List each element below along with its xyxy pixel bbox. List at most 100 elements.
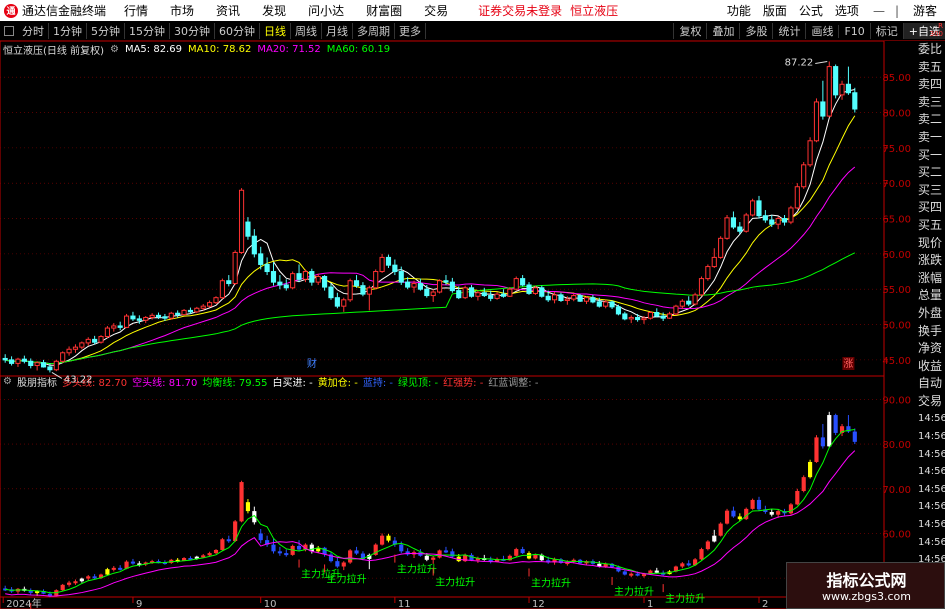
ind-body — [79, 578, 84, 582]
chart-type-icon[interactable] — [4, 25, 14, 36]
tool-button-3[interactable]: 统计 — [772, 23, 805, 39]
tab-timeframe-2[interactable]: 5分钟 — [87, 22, 125, 39]
date-label: 10 — [264, 599, 277, 609]
candle-body — [168, 312, 174, 319]
ind-body — [514, 549, 519, 556]
candle-body — [513, 278, 519, 290]
candle-body — [775, 218, 781, 225]
ind-body — [207, 553, 212, 556]
auto-label-0[interactable]: 自动 — [915, 375, 945, 393]
candle-body — [430, 291, 436, 297]
menu-item-1[interactable]: 市场 — [170, 4, 194, 18]
price-tick-label: 45.00 — [882, 356, 911, 367]
r-tag: R 300 — [930, 22, 943, 38]
price-tick-label: 60.00 — [882, 250, 911, 261]
candle-body — [283, 284, 289, 289]
tool-button-4[interactable]: 画线 — [805, 23, 838, 39]
auto-label-1[interactable]: 交易 — [915, 393, 945, 411]
menu-item-formula[interactable]: 公式 — [799, 2, 823, 19]
candle-body — [488, 295, 494, 299]
tab-timeframe-3[interactable]: 15分钟 — [125, 22, 170, 39]
ind-body — [833, 415, 838, 433]
tab-timeframe-6[interactable]: 日线 — [260, 22, 291, 39]
tab-timeframe-10[interactable]: 更多 — [395, 22, 426, 39]
tab-timeframe-0[interactable]: 分时 — [18, 22, 49, 39]
candle-body — [500, 293, 507, 297]
candle-body — [750, 200, 756, 216]
candle-body — [545, 295, 551, 301]
auto-label-3: 14:56 — [918, 431, 945, 443]
candle-body — [309, 271, 315, 283]
menu-item-layout[interactable]: 版面 — [763, 2, 787, 19]
tab-timeframe-8[interactable]: 月线 — [322, 22, 353, 39]
tab-timeframe-9[interactable]: 多周期 — [353, 22, 395, 39]
auto-label-5: 14:56 — [918, 466, 945, 478]
tab-timeframe-7[interactable]: 周线 — [291, 22, 322, 39]
candle-body — [277, 281, 283, 286]
high-label: 87.22 — [785, 58, 814, 69]
tab-timeframe-5[interactable]: 60分钟 — [215, 22, 260, 39]
candle-body — [194, 307, 200, 313]
menu-item-3[interactable]: 发现 — [262, 4, 286, 18]
zhang-marker: 涨 — [843, 358, 853, 370]
ind-body — [776, 511, 781, 515]
price-tick-label: 65.00 — [882, 215, 911, 226]
ind-body — [335, 561, 340, 567]
app-logo-icon: 通 — [4, 3, 18, 18]
candle-body — [558, 294, 564, 302]
ind-body — [852, 431, 857, 442]
price-tick-label: 80.00 — [882, 109, 911, 120]
ind-body — [827, 415, 832, 447]
quote-label-17: 净资 — [918, 341, 943, 356]
ind-body — [386, 535, 391, 541]
candle-body — [328, 286, 334, 299]
candle-body — [302, 271, 309, 280]
candle-body — [92, 338, 98, 343]
quote-label-15: 外盘 — [918, 305, 943, 320]
candle-body — [718, 237, 724, 258]
menu-item-5[interactable]: 财富圈 — [366, 4, 402, 18]
ind-body — [277, 551, 282, 554]
quote-label-10: 买五 — [918, 217, 943, 232]
ind-body — [705, 541, 710, 550]
tool-button-6[interactable]: 标记 — [869, 23, 903, 39]
candle-body — [609, 301, 615, 308]
candle-body — [596, 301, 602, 307]
candle-body — [411, 283, 417, 288]
candle-body — [353, 280, 360, 287]
menu-item-0[interactable]: 行情 — [124, 4, 148, 18]
price-tick-label: 50.00 — [882, 321, 911, 332]
minimize-icon[interactable]: — — [873, 4, 885, 18]
ind-body — [245, 502, 251, 512]
app-name: 通达信金融终端 — [22, 4, 107, 18]
menu-item-options[interactable]: 选项 — [835, 2, 859, 19]
candle-body — [98, 336, 104, 343]
candle-body — [801, 164, 807, 188]
tool-button-1[interactable]: 叠加 — [706, 23, 739, 39]
tool-button-0[interactable]: 复权 — [673, 23, 706, 39]
guest-label[interactable]: 游客 — [913, 2, 937, 19]
candle-body — [405, 281, 411, 288]
ind-body — [654, 570, 659, 573]
menu-item-function[interactable]: 功能 — [727, 2, 751, 19]
login-notice[interactable]: 证券交易未登录 — [478, 2, 562, 19]
r-tag-line1: R — [938, 22, 943, 30]
tab-timeframe-4[interactable]: 30分钟 — [170, 22, 215, 39]
date-label: 12 — [532, 599, 545, 609]
menu-item-2[interactable]: 资讯 — [216, 4, 240, 18]
quote-label-14: 总量 — [918, 288, 943, 303]
candle-body — [72, 346, 79, 350]
candle-body — [245, 221, 251, 237]
tool-button-2[interactable]: 多股 — [739, 23, 772, 39]
sub-tick-label: 60.00 — [882, 529, 911, 540]
menu-item-4[interactable]: 问小达 — [308, 4, 344, 18]
candle-body — [149, 314, 155, 318]
menu-item-6[interactable]: 交易 — [424, 4, 448, 18]
tool-button-5[interactable]: F10 — [838, 24, 869, 38]
watermark-url: www.zbgs3.com — [822, 590, 911, 603]
candle-body — [2, 357, 8, 361]
kline-chart[interactable]: 85.00 80.00 75.00 70.00 65.00 60.00 55.00 50.00… — [0, 41, 915, 609]
tab-timeframe-1[interactable]: 1分钟 — [49, 22, 87, 39]
candle-body — [437, 280, 443, 293]
ind-body — [380, 535, 385, 545]
